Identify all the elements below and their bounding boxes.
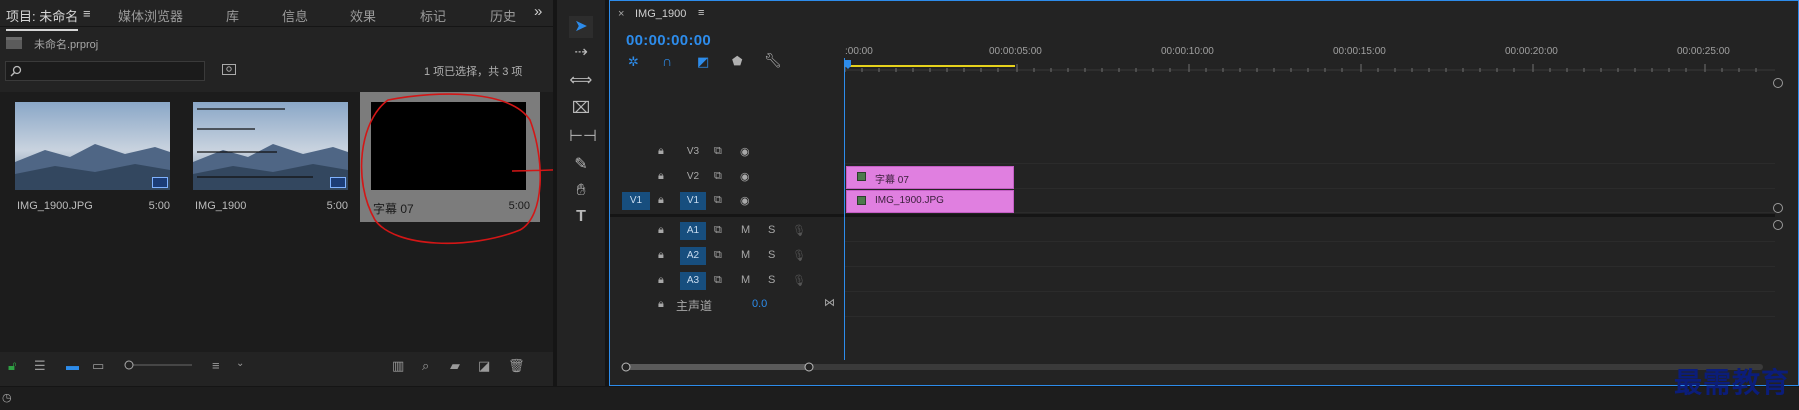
- sort-icon[interactable]: ≡: [212, 358, 220, 373]
- clip-title-07[interactable]: 字幕 07: [846, 166, 1014, 189]
- track-name[interactable]: A1: [680, 222, 706, 240]
- master-volume-value[interactable]: 0.0: [752, 298, 767, 310]
- track-header-a3: 🔒︎ A3 ⧉ M S 🎙︎: [610, 270, 844, 293]
- toggle-sync-icon[interactable]: ⧉: [714, 249, 722, 262]
- trash-icon[interactable]: 🗑︎: [508, 358, 525, 374]
- hand-tool-icon[interactable]: ✋︎: [569, 180, 593, 202]
- lock-icon[interactable]: 🔒︎: [658, 298, 664, 311]
- status-icon: ◷: [2, 392, 12, 404]
- track-name[interactable]: V2: [680, 168, 706, 186]
- track-lane-v3[interactable]: [845, 140, 1775, 164]
- track-header-v1: V1 🔒︎ V1 ⧉ ◉: [610, 190, 844, 213]
- track-lane-a3[interactable]: [845, 268, 1775, 292]
- eye-icon[interactable]: ◉: [740, 170, 750, 183]
- project-panel: 项目: 未命名 ≡ 媒体浏览器 库 信息 效果 标记 历史 » 未命名.prpr…: [0, 0, 850, 386]
- master-label: 主声道: [676, 299, 713, 313]
- pen-tool-icon[interactable]: ✎: [569, 154, 593, 176]
- vscroll-handle-audio[interactable]: [1773, 220, 1783, 230]
- freeform-view-icon[interactable]: ▭: [92, 358, 104, 374]
- track-header-a2: 🔒︎ A2 ⧉ M S 🎙︎: [610, 245, 844, 268]
- chevron-down-icon[interactable]: ⌄: [236, 358, 244, 369]
- mute-button[interactable]: M: [741, 249, 750, 261]
- toggle-sync-icon[interactable]: ⧉: [714, 145, 722, 158]
- track-name[interactable]: V3: [680, 143, 706, 161]
- slip-tool-icon[interactable]: ⊢⊣: [569, 126, 597, 148]
- status-bar: ◷: [0, 386, 1799, 410]
- toggle-sync-icon[interactable]: ⧉: [714, 274, 722, 287]
- zoom-slider[interactable]: [124, 360, 194, 370]
- go-to-in-out-icon[interactable]: ⋈: [824, 296, 835, 309]
- fx-badge-icon: [857, 196, 866, 205]
- eye-icon[interactable]: ◉: [740, 194, 750, 207]
- track-name[interactable]: A3: [680, 272, 706, 290]
- new-item-icon[interactable]: ◪: [478, 358, 490, 374]
- track-header-a1: 🔒︎ A1 ⧉ M S 🎙︎: [610, 220, 844, 243]
- lock-icon[interactable]: 🔒︎: [658, 224, 664, 237]
- lock-icon[interactable]: 🔒︎: [658, 145, 664, 158]
- track-select-tool-icon[interactable]: ⇢: [569, 42, 593, 64]
- add-marker-icon[interactable]: ⬟: [732, 54, 742, 68]
- mic-icon[interactable]: 🎙︎: [792, 274, 806, 287]
- clip-img-1900[interactable]: IMG_1900.JPG: [846, 190, 1014, 213]
- snap-icon[interactable]: ∩: [662, 53, 672, 69]
- playhead[interactable]: [844, 58, 845, 360]
- type-tool-icon[interactable]: T: [569, 206, 593, 228]
- ripple-edit-tool-icon[interactable]: ⟺: [569, 70, 593, 92]
- lock-icon[interactable]: 🔒︎: [658, 194, 664, 207]
- toggle-sync-icon[interactable]: ⧉: [714, 194, 722, 207]
- timeline-scrollbar[interactable]: [620, 362, 1770, 372]
- toggle-sync-icon[interactable]: ⧉: [714, 170, 722, 183]
- icon-view-icon[interactable]: ▬: [66, 358, 79, 373]
- selection-tool-icon[interactable]: ➤: [569, 16, 593, 38]
- track-lane-a2[interactable]: [845, 243, 1775, 267]
- settings-wrench-icon[interactable]: 🔧︎: [764, 52, 782, 69]
- solo-button[interactable]: S: [768, 224, 775, 236]
- vscroll-handle-mid[interactable]: [1773, 203, 1783, 213]
- automate-to-sequence-icon[interactable]: ▥: [392, 358, 404, 374]
- lock-icon[interactable]: 🔓︎: [8, 358, 16, 374]
- track-header-master: 🔒︎ 主声道 0.0 ⋈: [610, 294, 844, 317]
- time-ruler[interactable]: :00:00 00:00:05:00 00:00:10:00 00:00:15:…: [845, 38, 1797, 76]
- mute-button[interactable]: M: [741, 224, 750, 236]
- close-icon[interactable]: ×: [618, 8, 624, 20]
- panel-menu-icon[interactable]: ≡: [698, 7, 704, 19]
- track-name[interactable]: A2: [680, 247, 706, 265]
- sequence-tab[interactable]: IMG_1900: [635, 8, 686, 20]
- linked-selection-icon[interactable]: ◩: [697, 54, 709, 70]
- timeline-tabs: × IMG_1900 ≡: [610, 1, 1798, 27]
- track-header-v2: 🔒︎ V2 ⧉ ◉: [610, 166, 844, 189]
- ruler-ticks: [845, 60, 1775, 72]
- timecode-display[interactable]: 00:00:00:00: [626, 32, 711, 49]
- eye-icon[interactable]: ◉: [740, 145, 750, 158]
- vscroll-handle-top[interactable]: [1773, 78, 1783, 88]
- lock-icon[interactable]: 🔒︎: [658, 274, 664, 287]
- toggle-sync-icon[interactable]: ⧉: [714, 224, 722, 237]
- fx-badge-icon: [857, 172, 866, 181]
- new-bin-icon[interactable]: ▰: [450, 358, 460, 374]
- mic-icon[interactable]: 🎙︎: [792, 224, 806, 237]
- solo-button[interactable]: S: [768, 274, 775, 286]
- track-header-v3: 🔒︎ V3 ⧉ ◉: [610, 141, 844, 164]
- list-view-icon[interactable]: ☰: [34, 358, 46, 374]
- mic-icon[interactable]: 🎙︎: [792, 249, 806, 262]
- nest-icon[interactable]: ✲: [628, 54, 639, 70]
- lock-icon[interactable]: 🔒︎: [658, 170, 664, 183]
- track-lane-master[interactable]: [845, 293, 1775, 317]
- project-footer: [0, 352, 553, 382]
- lock-icon[interactable]: 🔒︎: [658, 249, 664, 262]
- source-patch-v1[interactable]: V1: [622, 192, 650, 210]
- solo-button[interactable]: S: [768, 249, 775, 261]
- watermark: 最需教育: [1674, 366, 1791, 399]
- premiere-window: 项目: 未命名 ≡ 媒体浏览器 库 信息 效果 标记 历史 » 未命名.prpr…: [0, 0, 1799, 410]
- find-icon[interactable]: ⌕: [422, 358, 429, 374]
- tools-panel: ➤ ⇢ ⟺ ⌧ ⊢⊣ ✎ ✋︎ T: [557, 0, 605, 386]
- track-lane-a1[interactable]: [845, 218, 1775, 242]
- track-name[interactable]: V1: [680, 192, 706, 210]
- video-audio-divider[interactable]: [610, 214, 1775, 217]
- mute-button[interactable]: M: [741, 274, 750, 286]
- razor-tool-icon[interactable]: ⌧: [569, 98, 593, 120]
